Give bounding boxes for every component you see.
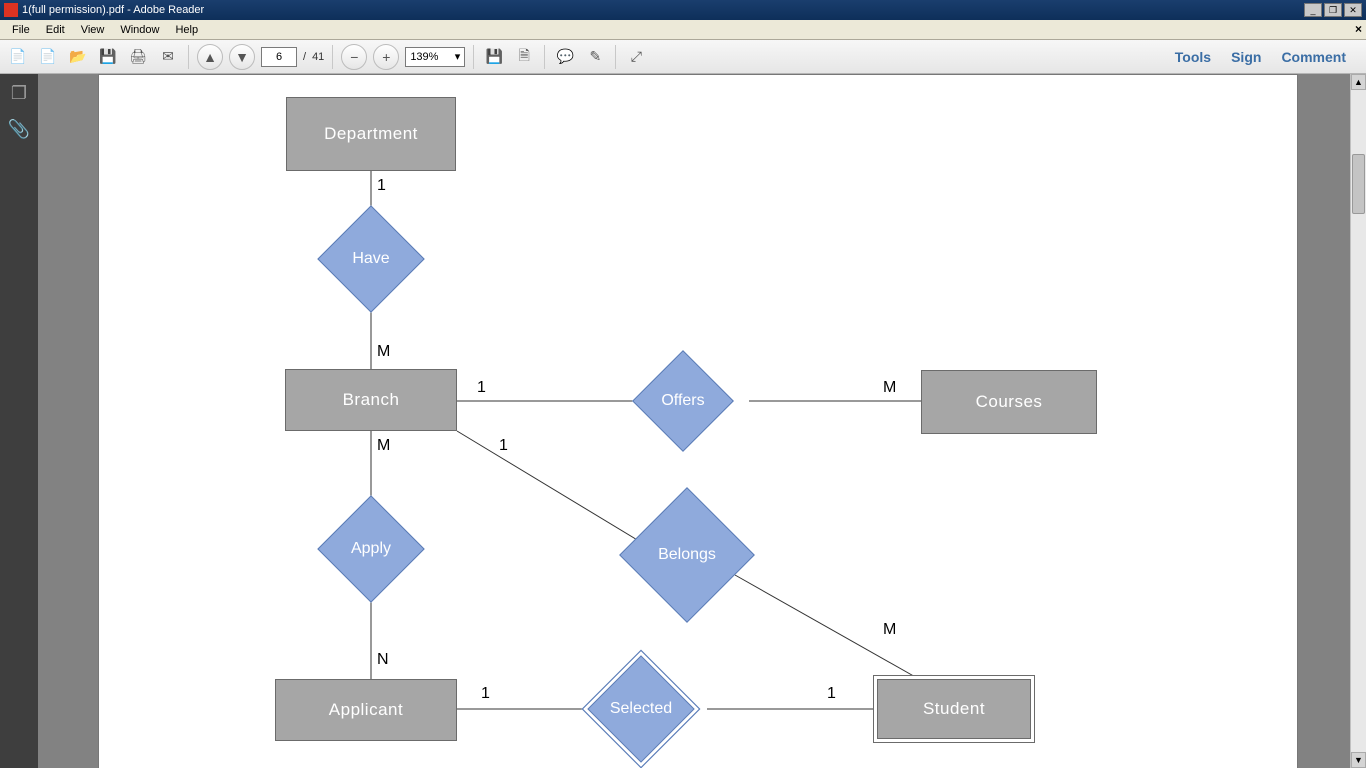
attachments-icon[interactable]: 📎 — [8, 118, 30, 140]
print-icon[interactable]: 🖨 — [126, 45, 150, 69]
title-bar: 1(full permission).pdf - Adobe Reader _ … — [0, 0, 1366, 20]
close-button[interactable]: ✕ — [1344, 3, 1362, 17]
chevron-down-icon: ▾ — [455, 50, 461, 63]
page-up-button[interactable]: ▲ — [197, 44, 223, 70]
read-mode-icon[interactable]: ⤢ — [624, 45, 648, 69]
document-viewport[interactable]: Department Branch Courses Applicant Stud… — [38, 74, 1350, 768]
save-copy-icon[interactable]: 💾 — [482, 45, 506, 69]
card-belongs-student: M — [883, 621, 896, 639]
window-title: 1(full permission).pdf - Adobe Reader — [22, 4, 204, 16]
toolbar-separator — [188, 45, 189, 69]
menu-edit[interactable]: Edit — [38, 22, 73, 38]
page-total: 41 — [312, 51, 324, 63]
relation-selected: Selected — [599, 667, 683, 751]
toolbar-separator — [332, 45, 333, 69]
typewriter-icon[interactable]: 🗎 — [512, 45, 536, 69]
card-applicant-selected: 1 — [481, 685, 490, 703]
comment-link[interactable]: Comment — [1281, 49, 1346, 65]
page-down-button[interactable]: ▼ — [229, 44, 255, 70]
app-icon — [4, 3, 18, 17]
card-offers-courses: M — [883, 379, 896, 397]
card-branch-apply: M — [377, 437, 390, 455]
toolbar-separator — [615, 45, 616, 69]
card-selected-student: 1 — [827, 685, 836, 703]
toolbar-separator — [473, 45, 474, 69]
create-pdf-icon[interactable]: 📄 — [36, 45, 60, 69]
toolbar: 📄 📄 📂 💾 🖨 ✉ ▲ ▼ / 41 − + 139% ▾ 💾 🗎 💬 ✎ … — [0, 40, 1366, 74]
page-separator: / — [303, 51, 306, 63]
pdf-page: Department Branch Courses Applicant Stud… — [98, 74, 1298, 768]
relation-have: Have — [333, 221, 409, 297]
entity-courses: Courses — [921, 370, 1097, 434]
zoom-select[interactable]: 139% ▾ — [405, 47, 465, 67]
relation-apply: Apply — [333, 511, 409, 587]
email-icon[interactable]: ✉ — [156, 45, 180, 69]
entity-student: Student — [873, 675, 1035, 743]
scroll-up-button[interactable]: ▲ — [1351, 74, 1366, 90]
tools-link[interactable]: Tools — [1175, 49, 1211, 65]
sign-link[interactable]: Sign — [1231, 49, 1261, 65]
entity-department: Department — [286, 97, 456, 171]
card-department-have: 1 — [377, 177, 386, 195]
comment-icon[interactable]: 💬 — [553, 45, 577, 69]
relation-belongs: Belongs — [639, 507, 735, 603]
restore-button[interactable]: ❐ — [1324, 3, 1342, 17]
menu-view[interactable]: View — [73, 22, 113, 38]
window-controls: _ ❐ ✕ — [1304, 3, 1362, 17]
doc-close-button[interactable]: × — [1355, 22, 1362, 36]
thumbnails-icon[interactable]: ❐ — [8, 82, 30, 104]
relation-offers: Offers — [647, 365, 719, 437]
menu-help[interactable]: Help — [167, 22, 206, 38]
scroll-down-button[interactable]: ▼ — [1351, 752, 1366, 768]
card-branch-belongs: 1 — [499, 437, 508, 455]
minimize-button[interactable]: _ — [1304, 3, 1322, 17]
highlight-icon[interactable]: ✎ — [583, 45, 607, 69]
card-apply-applicant: N — [377, 651, 389, 669]
zoom-value: 139% — [410, 51, 438, 63]
menu-file[interactable]: File — [4, 22, 38, 38]
page-number-input[interactable] — [261, 47, 297, 67]
card-branch-offers: 1 — [477, 379, 486, 397]
menu-window[interactable]: Window — [112, 22, 167, 38]
menu-bar: File Edit View Window Help × — [0, 20, 1366, 40]
open-icon[interactable]: 📂 — [66, 45, 90, 69]
zoom-out-button[interactable]: − — [341, 44, 367, 70]
toolbar-separator — [544, 45, 545, 69]
export-pdf-icon[interactable]: 📄 — [6, 45, 30, 69]
vertical-scrollbar[interactable]: ▲ ▼ — [1350, 74, 1366, 768]
entity-branch: Branch — [285, 369, 457, 431]
entity-applicant: Applicant — [275, 679, 457, 741]
card-have-branch: M — [377, 343, 390, 361]
zoom-in-button[interactable]: + — [373, 44, 399, 70]
save-icon[interactable]: 💾 — [96, 45, 120, 69]
nav-sidebar: ❐ 📎 — [0, 74, 38, 768]
scroll-thumb[interactable] — [1352, 154, 1365, 214]
